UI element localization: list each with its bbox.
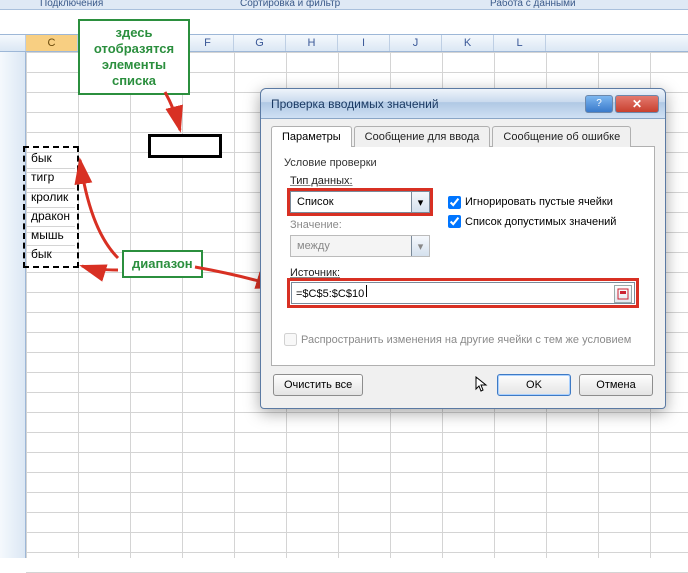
source-field-wrap: =$C$5:$C$10: [290, 281, 636, 305]
close-button[interactable]: ✕: [615, 95, 659, 113]
col-header-C[interactable]: C: [26, 35, 78, 51]
cursor-icon: [475, 376, 489, 394]
dialog-title: Проверка вводимых значений: [271, 97, 439, 111]
ignore-blank-checkbox[interactable]: Игнорировать пустые ячейки: [448, 196, 613, 209]
dialog-titlebar[interactable]: Проверка вводимых значений ? ✕: [261, 89, 665, 119]
ok-button[interactable]: OK: [497, 374, 571, 396]
type-combo[interactable]: Список ▾: [290, 191, 430, 213]
ribbon-group-data: Работа с данными: [490, 0, 576, 9]
range-cell: мышь: [27, 227, 75, 246]
ignore-blank-label: Игнорировать пустые ячейки: [465, 196, 613, 208]
tab-error-alert[interactable]: Сообщение об ошибке: [492, 126, 631, 147]
dropdown-list-input[interactable]: [448, 215, 461, 228]
tab-input-message[interactable]: Сообщение для ввода: [354, 126, 491, 147]
propagate-input: [284, 333, 297, 346]
target-dropdown-cell[interactable]: [148, 134, 222, 158]
dialog-tabs: Параметры Сообщение для ввода Сообщение …: [271, 125, 655, 147]
value-combo: между ▾: [290, 235, 430, 257]
ribbon-hint: Подключения Сортировка и фильтр Работа с…: [0, 0, 688, 10]
help-button[interactable]: ?: [585, 95, 613, 113]
col-header-L[interactable]: L: [494, 35, 546, 51]
type-value: Список: [297, 196, 334, 208]
col-header-I[interactable]: I: [338, 35, 390, 51]
propagate-label: Распространить изменения на другие ячейк…: [301, 334, 631, 346]
data-validation-dialog: Проверка вводимых значений ? ✕ Параметры…: [260, 88, 666, 409]
dialog-footer: Очистить все OK Отмена: [271, 366, 655, 398]
ignore-blank-input[interactable]: [448, 196, 461, 209]
callout-list-elements: здесь отобразятся элементы списка: [78, 19, 190, 95]
propagate-checkbox: Распространить изменения на другие ячейк…: [284, 333, 631, 346]
col-header-H[interactable]: H: [286, 35, 338, 51]
range-cell: кролик: [27, 189, 75, 208]
text-cursor: [364, 285, 367, 297]
range-cell: бык: [27, 246, 75, 265]
source-range-marquee: бык тигр кролик дракон мышь бык: [23, 146, 79, 268]
callout-range: диапазон: [122, 250, 203, 278]
chevron-down-icon: ▾: [411, 192, 429, 212]
source-label: Источник:: [290, 267, 642, 279]
cancel-button[interactable]: Отмена: [579, 374, 653, 396]
col-header-J[interactable]: J: [390, 35, 442, 51]
dropdown-list-checkbox[interactable]: Список допустимых значений: [448, 215, 616, 228]
source-value: =$C$5:$C$10: [296, 288, 364, 300]
col-header-K[interactable]: K: [442, 35, 494, 51]
col-header-G[interactable]: G: [234, 35, 286, 51]
type-label: Тип данных:: [290, 175, 642, 187]
range-cell: тигр: [27, 169, 75, 188]
source-input[interactable]: =$C$5:$C$10: [291, 282, 635, 304]
tab-panel: Условие проверки Тип данных: Список ▾ Иг…: [271, 147, 655, 366]
section-title: Условие проверки: [284, 157, 642, 169]
range-picker-button[interactable]: [614, 285, 632, 303]
row-headers: [0, 52, 26, 558]
clear-all-button[interactable]: Очистить все: [273, 374, 363, 396]
ribbon-group-sort: Сортировка и фильтр: [240, 0, 340, 9]
range-cell: дракон: [27, 208, 75, 227]
ribbon-group-connections: Подключения: [40, 0, 103, 9]
range-cell: бык: [27, 150, 75, 169]
tab-parameters[interactable]: Параметры: [271, 126, 352, 147]
value-combo-text: между: [297, 240, 330, 252]
dropdown-list-label: Список допустимых значений: [465, 216, 616, 228]
chevron-down-icon: ▾: [411, 236, 429, 256]
